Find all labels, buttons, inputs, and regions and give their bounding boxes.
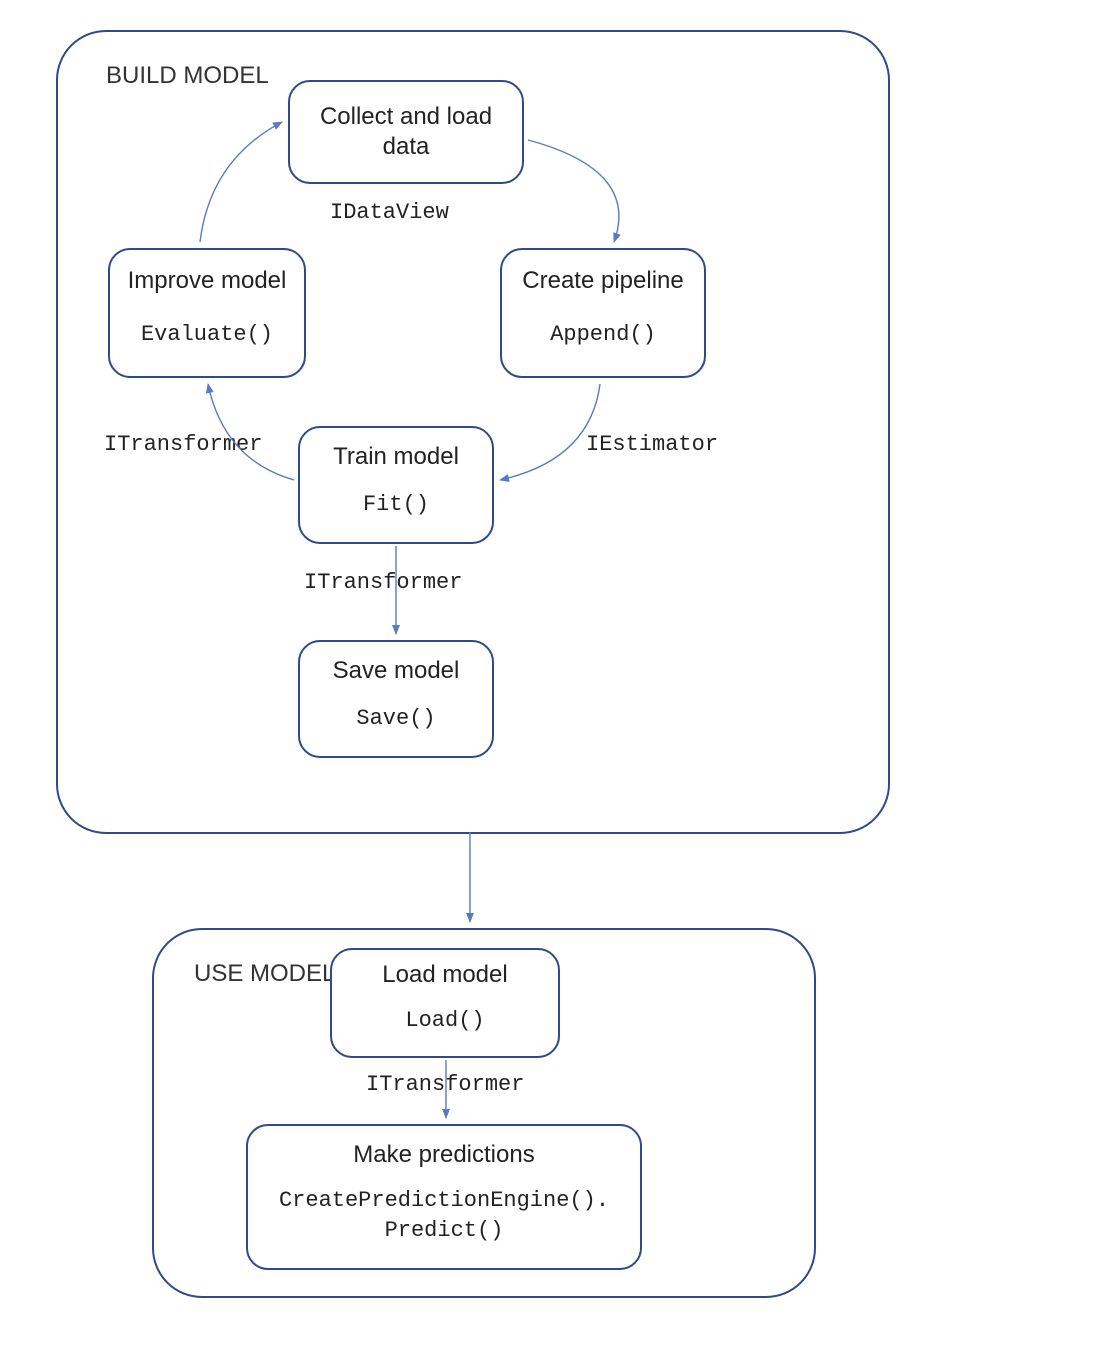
node-collect-title: Collect and load data [296,102,516,162]
node-load-method: Load() [405,1008,484,1033]
node-improve-model: Improve model Evaluate() [108,248,306,378]
use-model-label: USE MODEL [194,960,335,988]
node-predict-method: CreatePredictionEngine(). Predict() [279,1186,609,1245]
edge-label-itransformer-loop: ITransformer [104,432,262,457]
edge-label-idataview: IDataView [330,200,449,225]
node-load-title-real: Load model [382,960,507,990]
node-save-title: Save model [333,656,460,686]
node-make-predictions: Make predictions CreatePredictionEngine(… [246,1124,642,1270]
node-collect-data: Collect and load data [288,80,524,184]
node-predict-title: Make predictions [353,1140,534,1170]
node-load-model: Collect and load data Load model Load() [330,948,560,1058]
edge-label-itransformer-save: ITransformer [304,570,462,595]
node-improve-title: Improve model [128,266,287,296]
node-train-title: Train model [333,442,459,472]
node-save-model: Save model Save() [298,640,494,758]
node-pipeline-title: Create pipeline [522,266,683,296]
node-create-pipeline: Create pipeline Append() [500,248,706,378]
edge-label-itransformer-load: ITransformer [366,1072,524,1097]
node-train-model: Train model Fit() [298,426,494,544]
build-model-label: BUILD MODEL [106,62,269,90]
edge-label-iestimator: IEstimator [586,432,718,457]
node-train-method: Fit() [363,492,429,517]
node-pipeline-method: Append() [550,322,656,347]
node-improve-method: Evaluate() [141,322,273,347]
node-save-method: Save() [356,706,435,731]
